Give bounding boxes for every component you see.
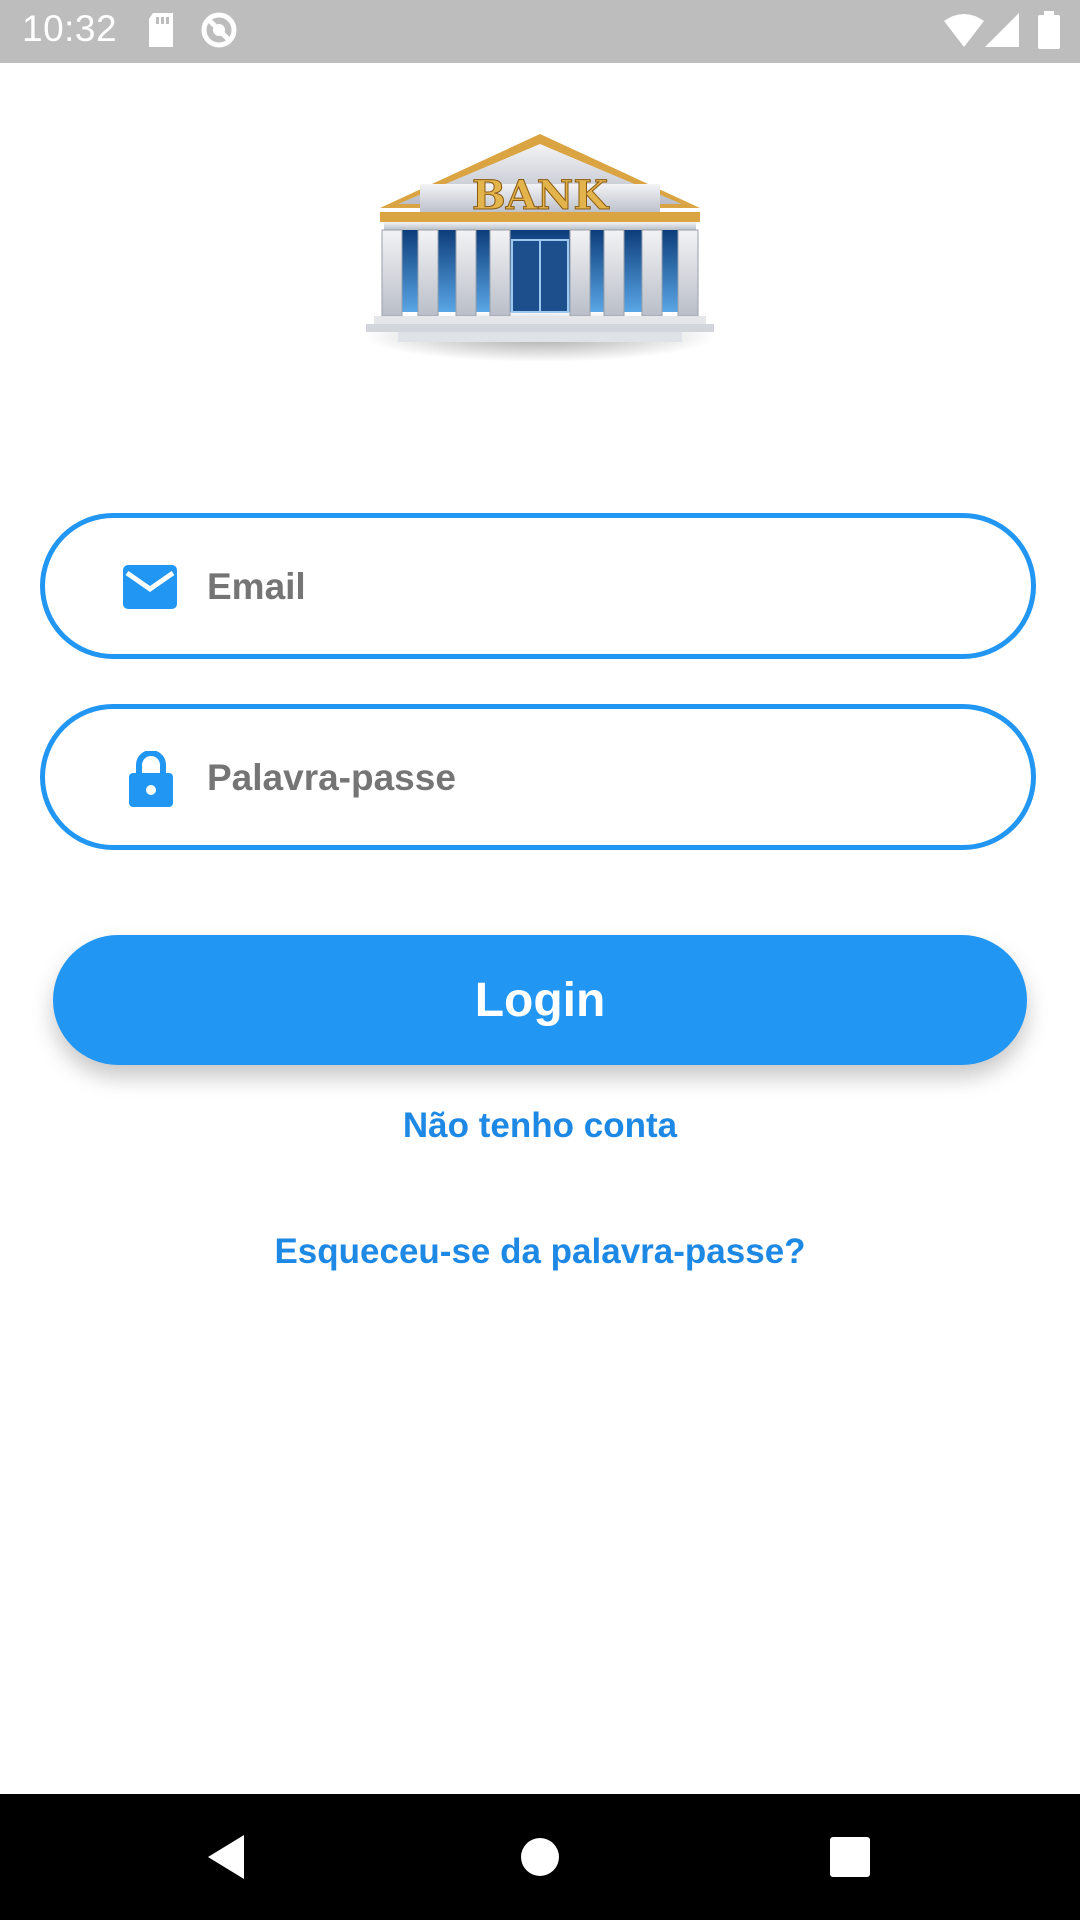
login-button[interactable]: Login — [53, 935, 1027, 1065]
signal-icon — [985, 13, 1019, 47]
sd-card-icon — [149, 13, 173, 47]
navigation-bar — [0, 1794, 1080, 1920]
home-button[interactable] — [480, 1794, 600, 1920]
sync-blocked-icon — [201, 12, 237, 48]
lock-icon — [129, 751, 173, 807]
battery-icon — [1038, 11, 1060, 49]
password-field[interactable] — [40, 704, 1036, 850]
bank-building-icon: BANK — [364, 134, 716, 362]
bank-logo: BANK — [362, 128, 718, 364]
status-time: 10:32 — [22, 8, 118, 49]
recents-button[interactable] — [790, 1794, 910, 1920]
bank-sign: BANK — [472, 172, 609, 219]
wifi-icon — [944, 14, 984, 47]
back-button[interactable] — [166, 1794, 286, 1920]
email-icon — [123, 565, 177, 609]
email-input[interactable] — [205, 518, 1009, 656]
signup-link[interactable]: Não tenho conta — [0, 1106, 1080, 1146]
forgot-password-link[interactable]: Esqueceu-se da palavra-passe? — [0, 1232, 1080, 1272]
email-field[interactable] — [40, 513, 1036, 659]
status-bar: 10:32 — [0, 0, 1080, 63]
password-input[interactable] — [205, 709, 1009, 847]
back-icon — [208, 1835, 244, 1879]
home-icon — [521, 1838, 559, 1876]
recents-icon — [830, 1837, 870, 1877]
